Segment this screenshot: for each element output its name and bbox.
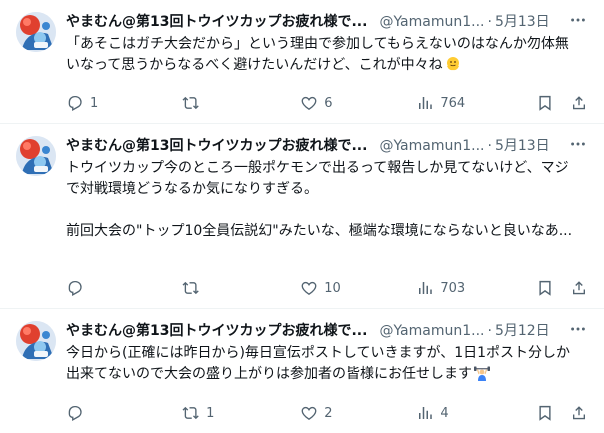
like-button[interactable]: 10 — [300, 279, 416, 297]
more-button[interactable] — [568, 319, 588, 339]
reply-icon — [68, 95, 82, 111]
reply-button[interactable] — [66, 279, 182, 297]
view-count: 764 — [440, 95, 466, 111]
share-icon — [573, 281, 586, 295]
retweet-icon — [182, 406, 199, 420]
retweet-button[interactable] — [182, 94, 300, 112]
avatar[interactable] — [16, 12, 56, 52]
author-name[interactable]: やまむん@第13回トウイツカップお疲れ様で... — [66, 321, 367, 341]
tweet-text-line: トウイツカップ今のところ一般ポケモンで出るって報告しか見てないけど、マジで対戦環… — [66, 160, 569, 197]
tweet[interactable]: やまむん@第13回トウイツカップお疲れ様で... @Yamamun1... · … — [0, 309, 604, 433]
more-icon — [571, 327, 585, 331]
heart-icon — [301, 406, 317, 421]
avatar-image — [16, 12, 56, 52]
timeline-feed: やまむん@第13回トウイツカップお疲れ様で... @Yamamun1... · … — [0, 0, 604, 433]
reply-icon — [68, 280, 82, 296]
heart-icon — [301, 281, 317, 296]
avatar[interactable] — [16, 321, 56, 361]
bookmark-icon — [539, 95, 552, 111]
more-button[interactable] — [568, 134, 588, 154]
separator: · — [487, 323, 492, 339]
tweet-text-line: 前回大会の"トップ10全員伝説幻"みたいな、極端な環境にならないと良いなあ... — [66, 223, 573, 239]
reply-icon — [68, 405, 82, 421]
share-button[interactable] — [570, 94, 588, 112]
views-icon — [419, 97, 433, 109]
post-date[interactable]: 5月12日 — [495, 321, 550, 341]
like-count: 6 — [324, 95, 333, 111]
tweet-text-line: 「あそこはガチ大会だから」という理由で参加してもらえないのはなんか勿体無いなって… — [66, 36, 569, 73]
retweet-count: 1 — [206, 405, 215, 421]
heart-icon — [301, 96, 317, 111]
post-date[interactable]: 5月13日 — [495, 12, 550, 32]
post-date[interactable]: 5月13日 — [495, 136, 550, 156]
like-button[interactable]: 2 — [300, 404, 416, 422]
retweet-icon — [182, 96, 199, 110]
separator: · — [487, 14, 492, 30]
more-icon — [571, 142, 585, 146]
tweet[interactable]: やまむん@第13回トウイツカップお疲れ様で... @Yamamun1... · … — [0, 124, 604, 309]
tweet-header: やまむん@第13回トウイツカップお疲れ様で... @Yamamun1... · … — [66, 136, 588, 156]
separator: · — [487, 138, 492, 154]
retweet-icon — [182, 281, 199, 295]
views-button[interactable]: 764 — [416, 94, 536, 112]
tweet[interactable]: やまむん@第13回トウイツカップお疲れ様で... @Yamamun1... · … — [0, 0, 604, 124]
views-icon — [419, 282, 433, 294]
retweet-button[interactable] — [182, 279, 300, 297]
share-icon — [573, 96, 586, 110]
tweet-text: 今日から(正確には昨日から)毎日宣伝ポストしていきますが、1日1ポスト分しか出来… — [66, 343, 582, 385]
tweet-actions: 1 6 764 — [66, 93, 588, 113]
avatar[interactable] — [16, 136, 56, 176]
author-handle[interactable]: @Yamamun1... — [379, 12, 484, 32]
view-count: 703 — [440, 280, 466, 296]
tweet-text: トウイツカップ今のところ一般ポケモンで出るって報告しか見てないけど、マジで対戦環… — [66, 158, 582, 242]
tweet-text-line: 今日から(正確には昨日から)毎日宣伝ポストしていきますが、1日1ポスト分しか出来… — [66, 345, 571, 382]
tweet-text: 「あそこはガチ大会だから」という理由で参加してもらえないのはなんか勿体無いなって… — [66, 34, 582, 76]
views-icon — [419, 407, 433, 419]
avatar-image — [16, 136, 56, 176]
avatar-image — [16, 321, 56, 361]
views-button[interactable]: 4 — [416, 404, 536, 422]
more-button[interactable] — [568, 10, 588, 30]
bookmark-button[interactable] — [536, 279, 564, 297]
like-count: 10 — [324, 280, 341, 296]
author-name[interactable]: やまむん@第13回トウイツカップお疲れ様で... — [66, 136, 367, 156]
bookmark-icon — [539, 405, 552, 421]
reply-button[interactable]: 1 — [66, 94, 182, 112]
more-icon — [571, 18, 585, 22]
views-button[interactable]: 703 — [416, 279, 536, 297]
share-button[interactable] — [570, 279, 588, 297]
person-lifting-weights-emoji — [474, 365, 490, 381]
tweet-header: やまむん@第13回トウイツカップお疲れ様で... @Yamamun1... · … — [66, 321, 588, 341]
melting-face-emoji — [445, 56, 461, 72]
view-count: 4 — [440, 405, 449, 421]
reply-button[interactable] — [66, 404, 182, 422]
share-icon — [573, 406, 586, 420]
bookmark-button[interactable] — [536, 404, 564, 422]
tweet-header: やまむん@第13回トウイツカップお疲れ様で... @Yamamun1... · … — [66, 12, 588, 32]
author-name[interactable]: やまむん@第13回トウイツカップお疲れ様で... — [66, 12, 367, 32]
tweet-actions: 1 2 4 — [66, 403, 588, 423]
share-button[interactable] — [570, 404, 588, 422]
bookmark-icon — [539, 280, 552, 296]
like-button[interactable]: 6 — [300, 94, 416, 112]
retweet-button[interactable]: 1 — [182, 404, 300, 422]
reply-count: 1 — [90, 95, 99, 111]
author-handle[interactable]: @Yamamun1... — [379, 321, 484, 341]
tweet-actions: 10 703 — [66, 278, 588, 298]
author-handle[interactable]: @Yamamun1... — [379, 136, 484, 156]
like-count: 2 — [324, 405, 333, 421]
bookmark-button[interactable] — [536, 94, 564, 112]
